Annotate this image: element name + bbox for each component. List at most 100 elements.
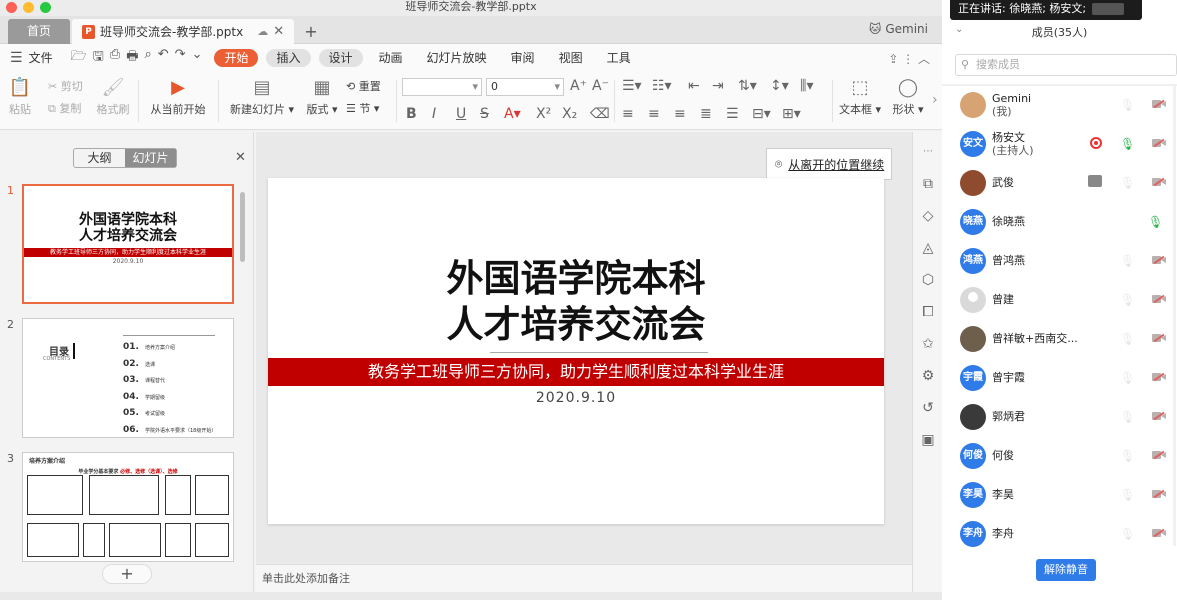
- bullet-list-icon[interactable]: ☰▾: [622, 78, 642, 94]
- camera-off-icon[interactable]: [1152, 176, 1166, 187]
- indent-decrease-icon[interactable]: ⇤: [688, 78, 700, 94]
- menu-design[interactable]: 设计: [318, 49, 363, 67]
- textbox-button[interactable]: ⬚ 文本框 ▾: [838, 78, 882, 117]
- align-right-icon[interactable]: ≡: [674, 106, 686, 122]
- menu-insert[interactable]: 插入: [266, 49, 311, 67]
- slide-thumbnail-2[interactable]: 目录 CONTENTS 01. 培养方案介绍 02. 选课 03. 课程替代 04. 学期留级…: [22, 318, 234, 438]
- microphone-muted-icon[interactable]: 🎙: [1120, 293, 1135, 307]
- vertical-align-icon[interactable]: ⊟▾: [752, 106, 771, 122]
- members-header[interactable]: ⌄ 成员(35人): [942, 24, 1177, 44]
- member-row[interactable]: 何俊 何俊 🎙: [942, 437, 1177, 476]
- member-row[interactable]: 安文 杨安文 (主持人) 🎙: [942, 125, 1177, 164]
- microphone-muted-icon[interactable]: 🎙: [1120, 98, 1135, 112]
- menu-animation[interactable]: 动画: [367, 44, 415, 72]
- microphone-muted-icon[interactable]: 🎙: [1120, 527, 1135, 541]
- slide-thumbnail-3[interactable]: 培养方案介绍 毕业学分基本要求 必修、选修（选课）、选修: [22, 452, 234, 562]
- microphone-muted-icon[interactable]: 🎙: [1120, 176, 1135, 190]
- redo-icon[interactable]: ↷: [175, 47, 186, 69]
- subscript-icon[interactable]: X₂: [562, 106, 577, 122]
- microphone-on-icon[interactable]: 🎙: [1120, 137, 1135, 151]
- member-row[interactable]: 宇霞 曾宇霞 🎙: [942, 359, 1177, 398]
- settings-icon[interactable]: ⚙: [913, 360, 942, 392]
- font-color-icon[interactable]: A▾: [504, 106, 521, 122]
- thumbnail-scrollbar[interactable]: [240, 192, 245, 262]
- distribute-icon[interactable]: ☰: [726, 106, 739, 122]
- superscript-icon[interactable]: X²: [536, 106, 551, 122]
- resume-link[interactable]: 从离开的位置继续: [788, 156, 884, 173]
- underline-icon[interactable]: U: [456, 106, 466, 122]
- align-center-icon[interactable]: ≡: [648, 106, 660, 122]
- member-row[interactable]: 武俊 🎙: [942, 164, 1177, 203]
- reset-button[interactable]: ⟲ 重置: [346, 78, 390, 94]
- align-left-icon[interactable]: ≡: [622, 106, 634, 122]
- animation-icon[interactable]: ⬡: [913, 264, 942, 296]
- ribbon-expand-icon[interactable]: ›: [932, 92, 938, 108]
- font-size-select[interactable]: 0 ▾: [486, 78, 564, 96]
- microphone-muted-icon[interactable]: 🎙: [1120, 371, 1135, 385]
- indent-increase-icon[interactable]: ⇥: [712, 78, 724, 94]
- camera-off-icon[interactable]: [1152, 527, 1166, 538]
- text-direction-icon[interactable]: ⇅▾: [738, 78, 757, 94]
- font-family-select[interactable]: ▾: [402, 78, 482, 96]
- bold-icon[interactable]: B: [406, 106, 417, 122]
- menu-slideshow[interactable]: 幻灯片放映: [415, 44, 499, 72]
- camera-off-icon[interactable]: [1152, 293, 1166, 304]
- current-slide[interactable]: 外国语学院本科 人才培养交流会 教务学工班导师三方协同，助力学生顺利度过本科学业…: [268, 178, 884, 524]
- member-row[interactable]: 晓燕 徐晓燕 🎙: [942, 203, 1177, 242]
- column-icon[interactable]: ⫼▾: [800, 78, 813, 94]
- camera-off-icon[interactable]: [1152, 98, 1166, 109]
- member-row[interactable]: 鸿燕 曾鸿燕 🎙: [942, 242, 1177, 281]
- export-pdf-icon[interactable]: ⎙: [110, 47, 120, 69]
- format-painter-button[interactable]: 🖌 格式刷: [96, 78, 130, 117]
- copy-button[interactable]: ⧉ 复制: [48, 100, 88, 116]
- camera-off-icon[interactable]: [1152, 449, 1166, 460]
- camera-off-icon[interactable]: [1152, 371, 1166, 382]
- microphone-on-icon[interactable]: 🎙: [1148, 215, 1163, 229]
- strikethrough-icon[interactable]: S: [480, 106, 489, 122]
- shape-style-icon[interactable]: ◇: [913, 200, 942, 232]
- microphone-muted-icon[interactable]: 🎙: [1120, 449, 1135, 463]
- close-window-button[interactable]: [6, 2, 17, 13]
- effects-icon[interactable]: ✩: [913, 328, 942, 360]
- member-row[interactable]: Gemini (我) 🎙: [942, 86, 1177, 125]
- cloud-icon[interactable]: ☁: [257, 25, 268, 38]
- fill-icon[interactable]: ◬: [913, 232, 942, 264]
- print-icon[interactable]: 🖶: [126, 47, 138, 69]
- member-row[interactable]: 李舟 李舟 🎙: [942, 515, 1177, 554]
- member-row[interactable]: 李昊 李昊 🎙: [942, 476, 1177, 515]
- new-tab-button[interactable]: +: [302, 19, 320, 44]
- play-from-current-button[interactable]: ▶ 从当前开始: [148, 78, 208, 117]
- menu-tools[interactable]: 工具: [595, 44, 643, 72]
- image-icon[interactable]: ▣: [913, 424, 942, 456]
- open-folder-icon[interactable]: 🗁: [71, 47, 87, 69]
- tab-outline[interactable]: 大纲: [74, 149, 125, 167]
- cut-button[interactable]: ✂ 剪切: [48, 78, 88, 94]
- add-slide-button[interactable]: +: [102, 564, 152, 584]
- decrease-font-icon[interactable]: A⁻: [592, 78, 609, 94]
- italic-icon[interactable]: I: [432, 106, 436, 122]
- tab-home[interactable]: 首页: [8, 19, 70, 44]
- customize-icon[interactable]: ⌄: [192, 47, 203, 69]
- user-account[interactable]: 🐱 Gemini: [869, 22, 928, 36]
- save-icon[interactable]: 🖫: [93, 47, 104, 69]
- microphone-muted-icon[interactable]: 🎙: [1120, 410, 1135, 424]
- slide-thumbnail-1[interactable]: 外国语学院本科 人才培养交流会 教务学工班导师三方协同，助力学生顺利度过本科学业…: [22, 184, 234, 304]
- member-row[interactable]: 郭炳君 🎙: [942, 398, 1177, 437]
- tab-document[interactable]: P 班导师交流会-教学部.pptx ☁ ✕: [72, 19, 294, 44]
- notes-pane[interactable]: 单击此处添加备注: [256, 564, 912, 592]
- line-spacing-icon[interactable]: ↕▾: [770, 78, 789, 94]
- tab-slides[interactable]: 幻灯片: [125, 149, 176, 167]
- camera-off-icon[interactable]: [1152, 254, 1166, 265]
- eraser-icon[interactable]: ⌫: [590, 106, 610, 122]
- history-icon[interactable]: ↺: [913, 392, 942, 424]
- unmute-all-button[interactable]: 解除静音: [1036, 559, 1096, 581]
- resume-popup[interactable]: ⌾ 从离开的位置继续: [766, 148, 892, 180]
- text-align-icon[interactable]: ⊞▾: [782, 106, 801, 122]
- member-row[interactable]: 曾祥敏+西南交... 🎙: [942, 320, 1177, 359]
- member-search-input[interactable]: ⚲ 搜索成员: [955, 54, 1177, 76]
- camera-off-icon[interactable]: [1152, 332, 1166, 343]
- paste-button[interactable]: 📋 粘贴: [6, 78, 34, 117]
- minimize-window-button[interactable]: [23, 2, 34, 13]
- undo-icon[interactable]: ↶: [158, 47, 169, 69]
- menu-review[interactable]: 审阅: [499, 44, 547, 72]
